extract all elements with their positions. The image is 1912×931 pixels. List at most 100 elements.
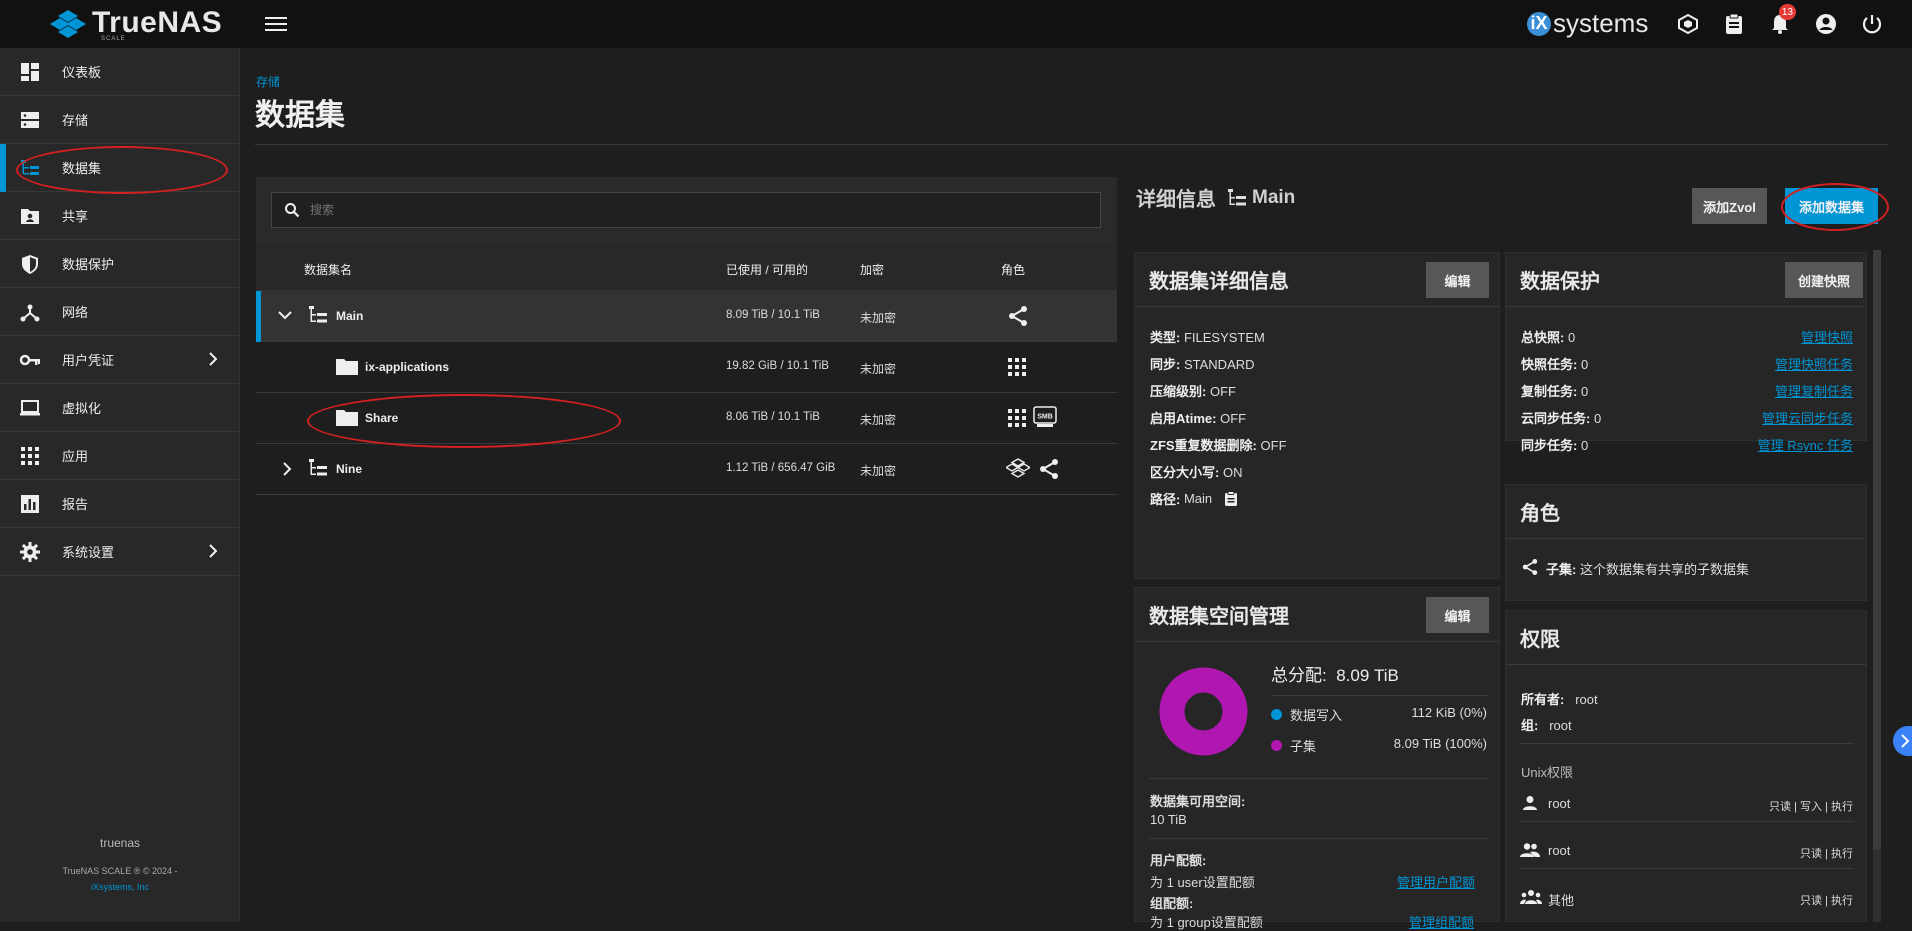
account-icon[interactable] [1812, 10, 1840, 38]
sidebar-item-credentials[interactable]: 用户凭证 [0, 336, 239, 384]
share-icon [1009, 306, 1027, 326]
sidebar-item-reports[interactable]: 报告 [0, 480, 239, 528]
table-row[interactable]: ix-applications 19.82 GiB / 10.1 TiB 未加密 [256, 342, 1117, 393]
manage-snapshot-tasks-link[interactable]: 管理快照任务 [1775, 354, 1853, 373]
share-icon [1522, 559, 1538, 575]
dataset-used: 19.82 GiB / 10.1 TiB [726, 360, 829, 372]
breadcrumb[interactable]: 存储 [256, 73, 280, 90]
dataset-used: 8.09 TiB / 10.1 TiB [726, 309, 820, 321]
manage-rsync-tasks-link[interactable]: 管理 Rsync 任务 [1758, 435, 1853, 454]
manage-user-quota-link[interactable]: 管理用户配额 [1397, 872, 1475, 891]
permissions-card: 权限 所有者: root 组: root Unix权限 root 只读 | 写入… [1505, 610, 1867, 922]
dataset-icon [1228, 188, 1246, 205]
sidebar-item-label: 虚拟化 [62, 401, 102, 416]
add-dataset-button[interactable]: 添加数据集 [1785, 188, 1878, 224]
add-zvol-button[interactable]: 添加Zvol [1692, 188, 1767, 224]
sidebar-item-system-settings[interactable]: 系统设置 [0, 528, 239, 576]
permission-group-name: root [1548, 843, 1571, 858]
unix-permissions-label: Unix权限 [1521, 765, 1574, 780]
report-icon [21, 495, 39, 513]
space-management-card: 数据集空间管理 编辑 总分配: 8.09 TiB 数据写入 112 KiB (0… [1134, 587, 1500, 930]
app-name: TrueNAS [92, 6, 223, 39]
dataset-name: Nine [336, 462, 363, 476]
sidebar-item-shares[interactable]: 共享 [0, 192, 239, 240]
sidebar-item-label: 数据集 [62, 161, 102, 176]
section-divider [1149, 838, 1489, 839]
ix-logo-mark: iX [1527, 11, 1551, 36]
edit-quota-button[interactable]: 编辑 [1426, 597, 1489, 633]
sidebar-item-dashboard[interactable]: 仪表板 [0, 48, 239, 96]
chevron-right-icon [209, 544, 218, 558]
menu-toggle-button[interactable] [265, 13, 287, 35]
user-quota-label: 用户配额: [1150, 853, 1207, 868]
legend-dot [1271, 740, 1282, 751]
manage-replication-tasks-link[interactable]: 管理复制任务 [1775, 381, 1853, 400]
card-title: 数据集详细信息 [1149, 271, 1289, 293]
column-header-encryption[interactable]: 加密 [860, 261, 884, 278]
notifications-bell-icon[interactable]: 13 [1766, 4, 1796, 38]
available-space-value: 10 TiB [1150, 812, 1187, 827]
sidebar-item-label: 存储 [62, 113, 89, 128]
card-divider [1135, 306, 1499, 307]
card-divider [1506, 664, 1866, 665]
copy-icon[interactable] [1224, 490, 1238, 507]
search-input[interactable] [310, 203, 1070, 217]
column-header-roles[interactable]: 角色 [1001, 261, 1025, 278]
sidebar-item-network[interactable]: 网络 [0, 288, 239, 336]
details-scrollbar[interactable] [1873, 250, 1881, 922]
chevron-down-icon[interactable] [278, 310, 292, 320]
sidebar: 仪表板 存储 数据集 共享 数据保护 网络 用户凭证 虚拟化 应用 报告 系统设… [0, 48, 240, 922]
column-header-name[interactable]: 数据集名 [304, 261, 352, 278]
truenas-logo[interactable]: TrueNAS SCALE [48, 6, 223, 42]
dataset-name: Share [365, 411, 399, 425]
footer-vendor-link[interactable]: iXsystems, Inc [0, 882, 240, 892]
network-icon [20, 304, 40, 322]
legend-children-value: 8.09 TiB (100%) [1393, 736, 1487, 751]
manage-cloud-sync-tasks-link[interactable]: 管理云同步任务 [1762, 408, 1853, 427]
permission-group-perm: 只读 | 执行 [1800, 848, 1853, 860]
details-header: 详细信息 Main [1136, 183, 1295, 212]
table-row[interactable]: Nine 1.12 TiB / 656.47 GiB 未加密 [256, 444, 1117, 495]
dataset-name: Main [336, 309, 364, 323]
truecommand-icon[interactable] [1674, 10, 1702, 38]
key-icon [19, 354, 40, 366]
chevron-right-icon[interactable] [282, 462, 292, 476]
card-title: 数据保护 [1520, 271, 1600, 293]
table-row[interactable]: Main 8.09 TiB / 10.1 TiB 未加密 [256, 291, 1117, 342]
table-row[interactable]: Share 8.06 TiB / 10.1 TiB 未加密 SMB [256, 393, 1117, 444]
chevron-right-icon [1901, 734, 1910, 748]
manage-snapshots-link[interactable]: 管理快照 [1801, 327, 1853, 346]
create-snapshot-button[interactable]: 创建快照 [1785, 262, 1863, 298]
sidebar-item-data-protection[interactable]: 数据保护 [0, 240, 239, 288]
sidebar-item-virtualization[interactable]: 虚拟化 [0, 384, 239, 432]
dataset-icon [309, 306, 327, 323]
legend-children: 子集 [1271, 736, 1316, 755]
legend-divider [1271, 695, 1489, 696]
roles-card: 角色 子集: 这个数据集有共享的子数据集 [1505, 484, 1867, 601]
column-header-used[interactable]: 已使用 / 可用的 [726, 261, 808, 278]
sidebar-item-datasets[interactable]: 数据集 [0, 144, 239, 192]
truenas-logo-icon [1006, 458, 1030, 478]
search-box [271, 192, 1101, 228]
detail-case: 区分大小写: ON [1150, 465, 1243, 480]
others-icon [1520, 890, 1542, 904]
apps-icon [1008, 409, 1026, 427]
user-icon [1523, 796, 1537, 810]
donut-segment-1 [1159, 667, 1248, 756]
sidebar-item-apps[interactable]: 应用 [0, 432, 239, 480]
card-divider [1506, 538, 1866, 539]
shield-icon [22, 255, 38, 274]
detail-sync: 同步: STANDARD [1150, 357, 1255, 372]
detail-compression: 压缩级别: OFF [1150, 384, 1236, 399]
dataset-icon [21, 160, 39, 175]
clipboard-icon[interactable] [1720, 10, 1748, 38]
power-icon[interactable] [1858, 10, 1886, 38]
row-divider [1520, 868, 1854, 869]
sidebar-item-label: 数据保护 [62, 257, 115, 272]
sidebar-item-label: 网络 [62, 305, 89, 320]
sidebar-item-storage[interactable]: 存储 [0, 96, 239, 144]
scrollbar-thumb[interactable] [1873, 250, 1881, 850]
ixsystems-logo[interactable]: iX systems [1527, 8, 1648, 39]
sidebar-item-label: 共享 [62, 209, 89, 224]
edit-dataset-button[interactable]: 编辑 [1426, 262, 1489, 298]
